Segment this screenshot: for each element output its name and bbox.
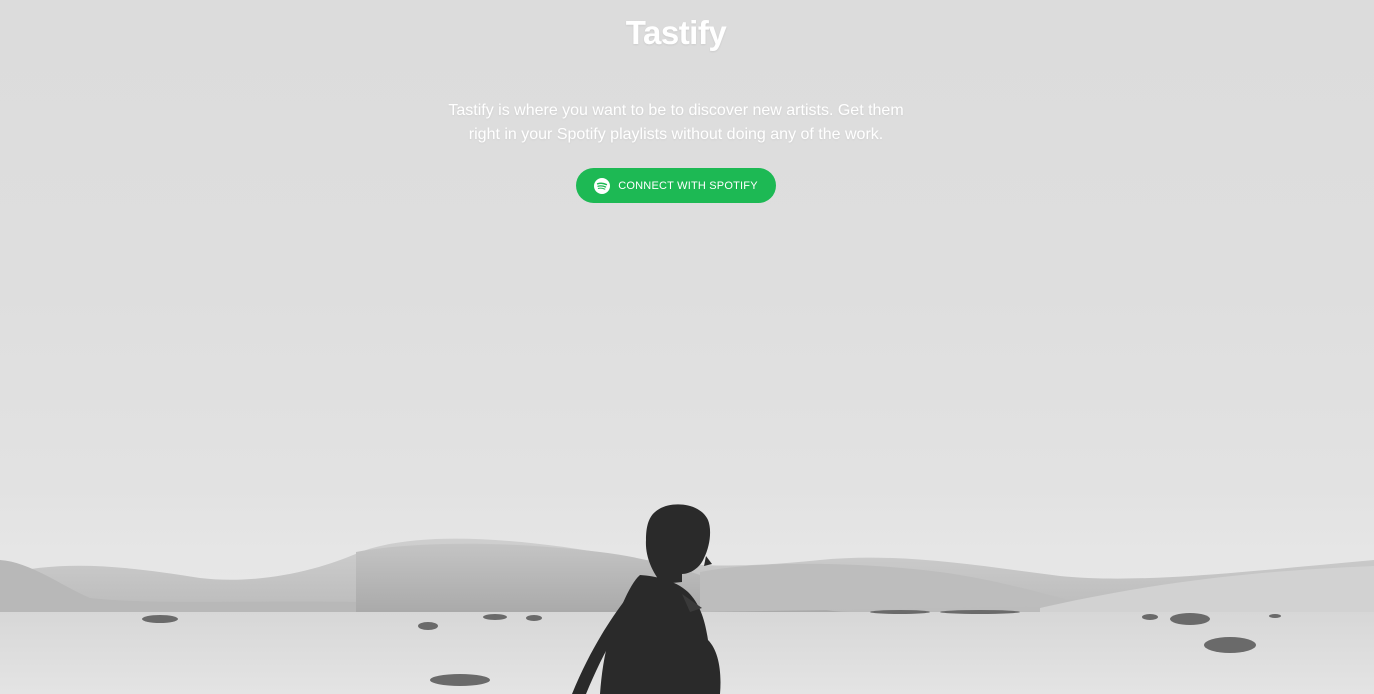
spotify-icon: [594, 177, 611, 194]
app-tagline: Tastify is where you want to be to disco…: [448, 102, 904, 143]
connect-with-spotify-button[interactable]: CONNECT WITH SPOTIFY: [576, 168, 776, 203]
hero-section: Tastify Tastify is where you want to be …: [0, 0, 1374, 694]
connect-button-label: CONNECT WITH SPOTIFY: [618, 179, 758, 192]
app-title: Tastify: [625, 14, 727, 51]
